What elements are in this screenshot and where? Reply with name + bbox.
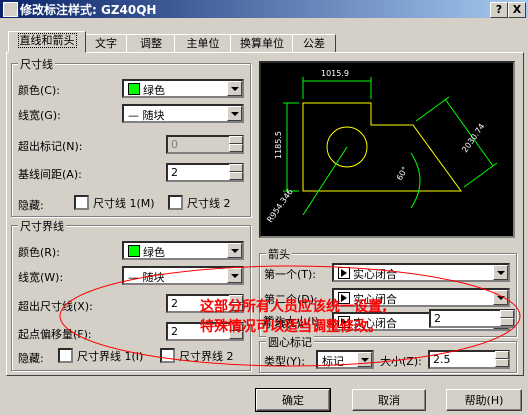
- tab-label: 直线和箭头: [17, 33, 77, 48]
- annotation-overlay: [59, 265, 521, 367]
- annotation-line-2: 特殊情况可以适当调整修改。: [200, 319, 382, 335]
- annotation-line-1: 这部分所有人员应该统一设置,: [200, 299, 388, 315]
- ok-button[interactable]: 确定: [255, 388, 331, 412]
- tab-lines-arrows[interactable]: 直线和箭头: [8, 31, 86, 53]
- help-button[interactable]: 帮助(H): [446, 389, 522, 411]
- cancel-button[interactable]: 取消: [352, 389, 426, 411]
